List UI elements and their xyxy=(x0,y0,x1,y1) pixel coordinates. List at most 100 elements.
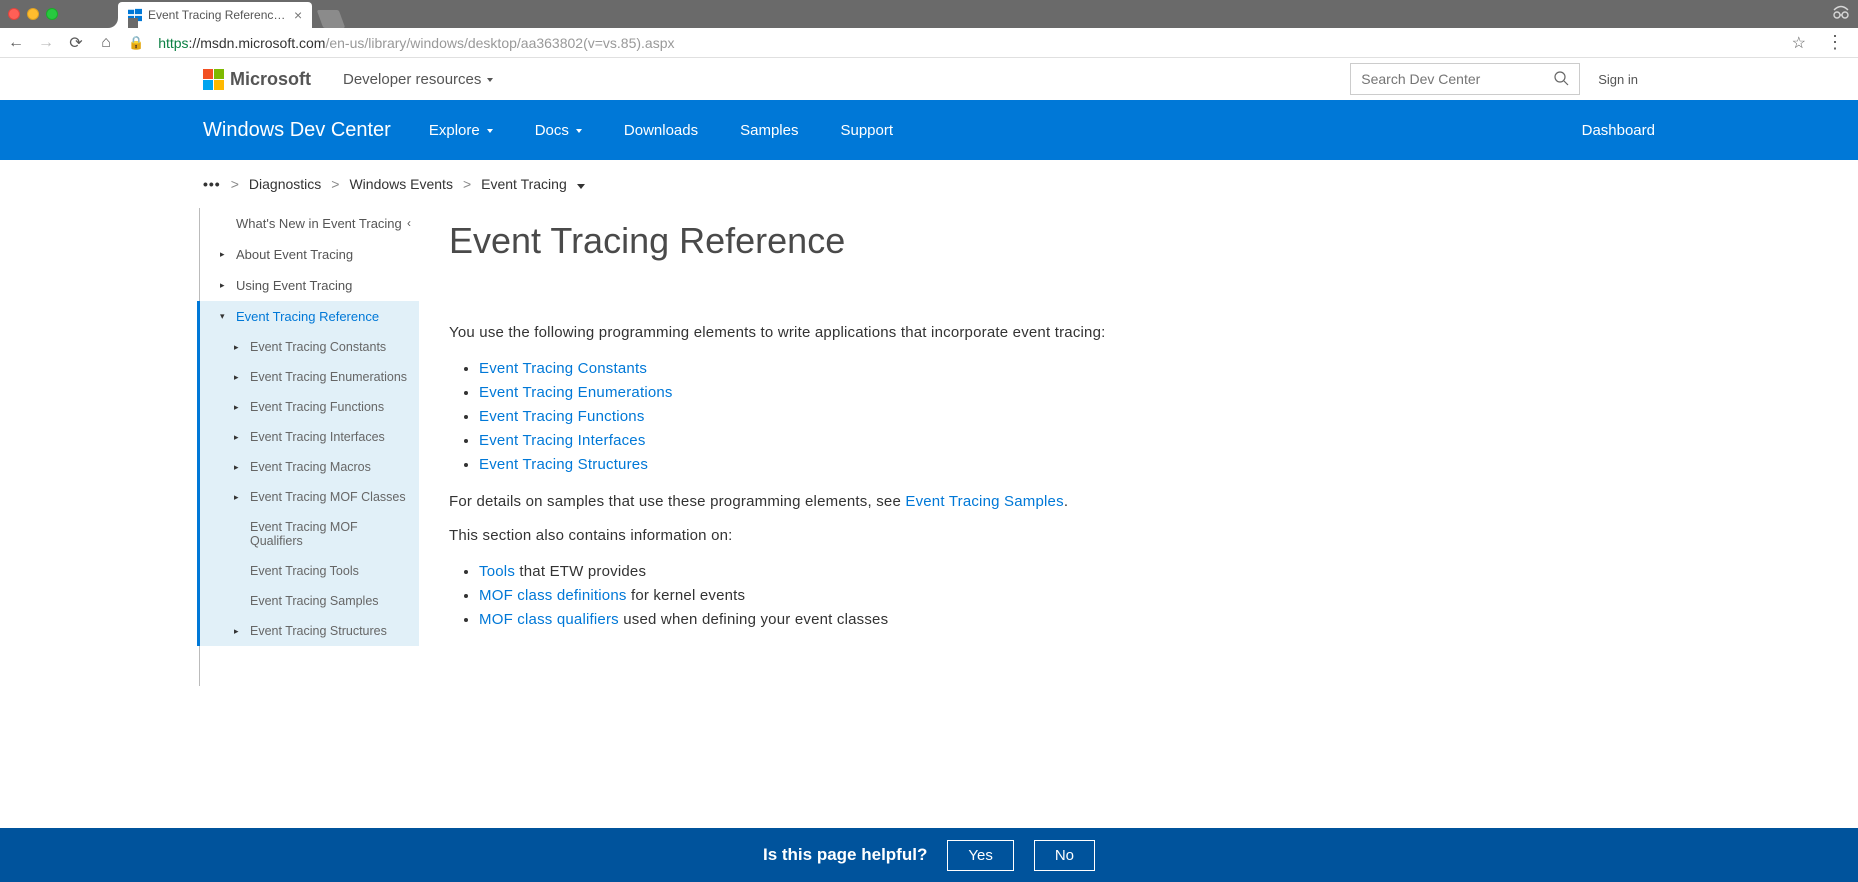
search-icon[interactable] xyxy=(1553,70,1569,89)
nav-docs[interactable]: Docs xyxy=(535,122,582,139)
search-box[interactable] xyxy=(1350,63,1580,95)
url-path: /en-us/library/windows/desktop/aa363802(… xyxy=(325,35,674,51)
window-controls xyxy=(8,8,58,20)
forward-button[interactable]: → xyxy=(38,34,54,52)
close-window-button[interactable] xyxy=(8,8,20,20)
breadcrumb-event-tracing[interactable]: Event Tracing xyxy=(481,176,585,192)
breadcrumb-sep: > xyxy=(463,176,471,192)
chevron-down-icon xyxy=(574,122,582,139)
link-mof-qualifiers[interactable]: MOF class qualifiers xyxy=(479,611,619,628)
windows-favicon-icon xyxy=(128,8,142,22)
collapse-icon xyxy=(220,311,225,322)
link-constants[interactable]: Event Tracing Constants xyxy=(479,360,647,377)
reference-links-list: Event Tracing Constants Event Tracing En… xyxy=(449,357,1106,477)
ms-header: Microsoft Developer resources Sign in xyxy=(0,58,1858,100)
chevron-down-icon xyxy=(485,122,493,139)
sidebar-item-samples[interactable]: Event Tracing Samples xyxy=(200,586,419,616)
nav-support[interactable]: Support xyxy=(840,122,893,139)
info-list: Tools that ETW provides MOF class defini… xyxy=(449,560,1106,632)
address-bar: ← → ⟳ ⌂ 🔒 https://msdn.microsoft.com/en-… xyxy=(0,28,1858,58)
sidebar-item-structures[interactable]: Event Tracing Structures xyxy=(200,616,419,646)
maximize-window-button[interactable] xyxy=(46,8,58,20)
site-brand[interactable]: Windows Dev Center xyxy=(203,119,391,142)
expand-icon xyxy=(234,402,239,413)
sidebar-item-using[interactable]: Using Event Tracing xyxy=(200,270,419,301)
list-item: Tools that ETW provides xyxy=(479,560,1106,584)
link-functions[interactable]: Event Tracing Functions xyxy=(479,408,645,425)
expand-icon xyxy=(234,626,239,637)
new-tab-button[interactable] xyxy=(317,10,346,28)
microsoft-logo-icon xyxy=(203,69,224,90)
nav-samples[interactable]: Samples xyxy=(740,122,798,139)
expand-icon xyxy=(220,249,225,260)
chevron-down-icon xyxy=(575,181,585,192)
content: Event Tracing Reference You use the foll… xyxy=(419,208,1106,686)
list-item: MOF class definitions for kernel events xyxy=(479,584,1106,608)
breadcrumb-windows-events[interactable]: Windows Events xyxy=(349,176,452,192)
list-item: Event Tracing Structures xyxy=(479,453,1106,477)
sidebar-item-macros[interactable]: Event Tracing Macros xyxy=(200,452,419,482)
breadcrumb-ellipsis[interactable]: ••• xyxy=(203,176,221,192)
nav-dashboard[interactable]: Dashboard xyxy=(1582,122,1655,139)
sidebar: ‹ What's New in Event Tracing About Even… xyxy=(199,208,419,686)
url-host: ://msdn.microsoft.com xyxy=(189,35,326,51)
expand-icon xyxy=(234,462,239,473)
nav-downloads[interactable]: Downloads xyxy=(624,122,698,139)
intro-paragraph: You use the following programming elemen… xyxy=(449,322,1106,345)
sidebar-item-constants[interactable]: Event Tracing Constants xyxy=(200,332,419,362)
link-tools[interactable]: Tools xyxy=(479,563,515,580)
browser-tab[interactable]: Event Tracing Reference (Wind × xyxy=(118,2,312,28)
section-info-paragraph: This section also contains information o… xyxy=(449,525,1106,548)
reload-button[interactable]: ⟳ xyxy=(68,33,84,53)
sidebar-item-about[interactable]: About Event Tracing xyxy=(200,239,419,270)
sidebar-item-enumerations[interactable]: Event Tracing Enumerations xyxy=(200,362,419,392)
tab-bar: Event Tracing Reference (Wind × xyxy=(118,0,342,28)
url-field[interactable]: https://msdn.microsoft.com/en-us/library… xyxy=(158,35,1777,51)
microsoft-logo[interactable]: Microsoft xyxy=(203,69,311,90)
feedback-yes-button[interactable]: Yes xyxy=(947,840,1013,871)
signin-link[interactable]: Sign in xyxy=(1598,72,1638,87)
breadcrumb-sep: > xyxy=(231,176,239,192)
list-item: MOF class qualifiers used when defining … xyxy=(479,608,1106,632)
page-title: Event Tracing Reference xyxy=(449,220,1106,262)
secure-lock-icon[interactable]: 🔒 xyxy=(128,35,144,51)
bookmark-star-icon[interactable]: ☆ xyxy=(1792,33,1806,53)
url-scheme: https xyxy=(158,35,188,51)
chrome-menu-button[interactable]: ⋮ xyxy=(1820,32,1850,53)
search-input[interactable] xyxy=(1361,71,1541,87)
sidebar-item-mof-classes[interactable]: Event Tracing MOF Classes xyxy=(200,482,419,512)
breadcrumb-sep: > xyxy=(331,176,339,192)
home-button[interactable]: ⌂ xyxy=(98,34,114,52)
link-mof-definitions[interactable]: MOF class definitions xyxy=(479,587,627,604)
list-item: Event Tracing Interfaces xyxy=(479,429,1106,453)
expand-icon xyxy=(220,280,225,291)
developer-resources-dropdown[interactable]: Developer resources xyxy=(343,71,493,88)
back-button[interactable]: ← xyxy=(8,34,24,52)
link-structures[interactable]: Event Tracing Structures xyxy=(479,456,648,473)
link-samples[interactable]: Event Tracing Samples xyxy=(905,493,1063,510)
breadcrumb-diagnostics[interactable]: Diagnostics xyxy=(249,176,321,192)
sidebar-item-reference[interactable]: Event Tracing Reference xyxy=(200,301,419,332)
sidebar-item-tools[interactable]: Event Tracing Tools xyxy=(200,556,419,586)
expand-icon xyxy=(234,492,239,503)
feedback-question: Is this page helpful? xyxy=(763,845,927,865)
expand-icon xyxy=(234,342,239,353)
sidebar-item-interfaces[interactable]: Event Tracing Interfaces xyxy=(200,422,419,452)
sidebar-active-group: Event Tracing Reference Event Tracing Co… xyxy=(197,301,419,646)
sidebar-item-mof-qualifiers[interactable]: Event Tracing MOF Qualifiers xyxy=(200,512,419,556)
list-item: Event Tracing Enumerations xyxy=(479,381,1106,405)
link-interfaces[interactable]: Event Tracing Interfaces xyxy=(479,432,646,449)
expand-icon xyxy=(234,372,239,383)
samples-paragraph: For details on samples that use these pr… xyxy=(449,491,1106,514)
developer-resources-label: Developer resources xyxy=(343,71,481,88)
sidebar-item-functions[interactable]: Event Tracing Functions xyxy=(200,392,419,422)
sidebar-item-whats-new[interactable]: What's New in Event Tracing xyxy=(200,208,419,239)
link-enumerations[interactable]: Event Tracing Enumerations xyxy=(479,384,673,401)
tab-title: Event Tracing Reference (Wind xyxy=(148,8,288,22)
feedback-no-button[interactable]: No xyxy=(1034,840,1095,871)
minimize-window-button[interactable] xyxy=(27,8,39,20)
tab-close-icon[interactable]: × xyxy=(294,7,302,23)
breadcrumb: ••• > Diagnostics > Windows Events > Eve… xyxy=(0,160,1858,208)
main-area: ‹ What's New in Event Tracing About Even… xyxy=(0,208,1858,686)
nav-explore[interactable]: Explore xyxy=(429,122,493,139)
